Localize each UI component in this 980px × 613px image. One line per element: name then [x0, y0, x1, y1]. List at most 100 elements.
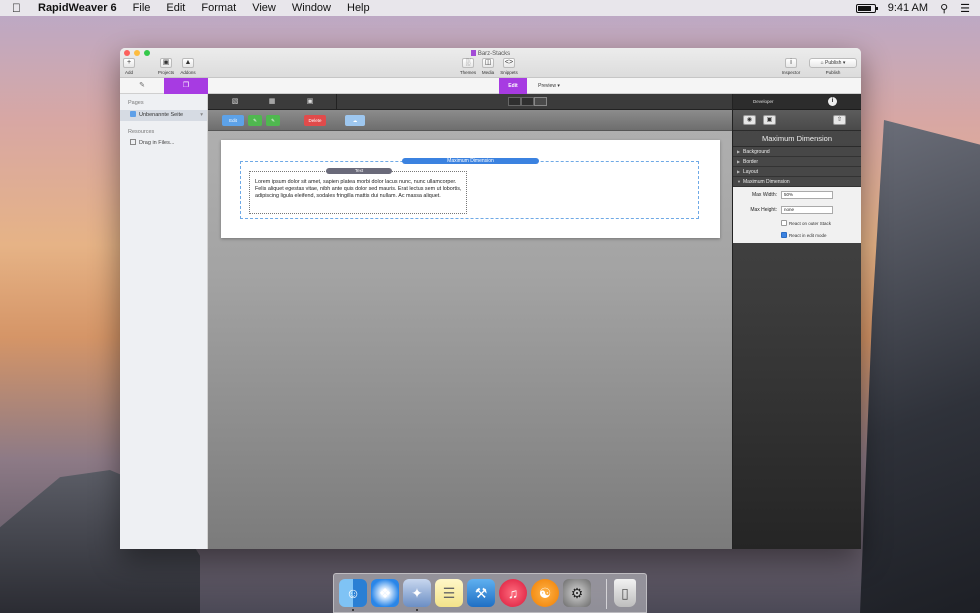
- publish-label: Publish: [825, 70, 841, 75]
- clock[interactable]: 9:41 AM: [888, 2, 928, 14]
- max-width-field[interactable]: 50%: [781, 191, 833, 199]
- drag-files-area[interactable]: Drag in Files...: [120, 135, 207, 146]
- menu-window[interactable]: Window: [292, 2, 331, 14]
- window-title-text: Barz-Stacks: [477, 51, 511, 57]
- rapidweaver-icon[interactable]: ✦: [403, 579, 431, 607]
- publish-button[interactable]: ⌂ Publish ▾ Publish: [809, 58, 857, 75]
- menu-app-name[interactable]: RapidWeaver 6: [38, 2, 117, 14]
- add-label: Add: [124, 70, 133, 75]
- apple-icon[interactable]: : [12, 1, 26, 15]
- document-icon: [470, 50, 476, 56]
- add-button[interactable]: + Add: [122, 58, 136, 75]
- itunes-icon[interactable]: ♫: [499, 579, 527, 607]
- react-outer-checkbox[interactable]: [781, 220, 787, 226]
- edit-mode-button[interactable]: Edit: [499, 78, 527, 94]
- window-title: Barz-Stacks: [120, 50, 861, 57]
- page-icon: [130, 111, 136, 117]
- mode-bar: ✎ ❐ Edit Preview ▾: [120, 78, 861, 94]
- tab-pages[interactable]: ❐: [164, 78, 208, 94]
- max-height-label: Max Height:: [750, 207, 777, 213]
- text-stack[interactable]: Text Lorem ipsum dolor sit amet, sapien …: [249, 168, 467, 214]
- sidebar-item-page[interactable]: Unbenannte Seite ▾: [120, 110, 207, 121]
- section-background[interactable]: ▶ Background: [733, 147, 861, 157]
- stack-delete-button[interactable]: Delete: [304, 115, 326, 126]
- developer-label: Developer: [753, 99, 774, 104]
- tab-settings[interactable]: ✎: [120, 78, 164, 94]
- react-edit-checkbox[interactable]: [781, 232, 787, 238]
- stacks-top-bar: ▧ ▦ ▣: [208, 94, 732, 110]
- content-area: ▧ ▦ ▣ Edit ✎ ✎ Delete ☁ Maximum Dimensio…: [208, 94, 732, 549]
- cloud-icon[interactable]: ☁: [345, 115, 365, 126]
- chevron-icon[interactable]: ▾: [200, 110, 203, 121]
- dock-separator: [606, 579, 607, 609]
- xcode-icon[interactable]: ⚒: [467, 579, 495, 607]
- lock-icon[interactable]: ▣: [763, 115, 776, 125]
- eye-icon[interactable]: ◉: [743, 115, 756, 125]
- section-maximum-dimension[interactable]: ▼ Maximum Dimension: [733, 177, 861, 187]
- menu-view[interactable]: View: [252, 2, 276, 14]
- view-toggle-mid[interactable]: [521, 97, 534, 106]
- info-icon[interactable]: i: [828, 97, 837, 106]
- running-indicator: [416, 609, 418, 611]
- snippets-button[interactable]: <> Snippets: [498, 58, 520, 75]
- text-stack-body[interactable]: Lorem ipsum dolor sit amet, sapien plate…: [255, 179, 463, 199]
- duplicate-stack-icon[interactable]: ✎: [266, 115, 280, 126]
- library-icon[interactable]: ▧: [230, 97, 240, 106]
- battery-icon[interactable]: [855, 3, 878, 13]
- wallpaper-mountain-right: [860, 120, 980, 613]
- spotlight-icon[interactable]: ⚲: [940, 2, 948, 15]
- maximum-dimension-panel: Max Width: 50% Max Height: none React on…: [733, 187, 861, 243]
- page-canvas: Maximum Dimension Text Lorem ipsum dolor…: [221, 140, 720, 238]
- react-edit-row[interactable]: React in edit mode: [781, 232, 827, 238]
- addons-button[interactable]: ▲ Addons: [178, 58, 198, 75]
- running-indicator: [352, 609, 354, 611]
- react-outer-row[interactable]: React on outer Stack: [781, 220, 831, 226]
- snippets-icon: <>: [503, 58, 515, 68]
- notes-icon[interactable]: ☰: [435, 579, 463, 607]
- projects-icon: ▣: [160, 58, 172, 68]
- media-button[interactable]: ◫ Media: [479, 58, 497, 75]
- menu-bar:  RapidWeaver 6 File Edit Format View Wi…: [0, 0, 980, 16]
- view-toggle-left[interactable]: [508, 97, 521, 106]
- sidebar: Pages Unbenannte Seite ▾ Resources Drag …: [120, 94, 208, 549]
- view-toggle-right[interactable]: [534, 97, 547, 106]
- publish-dropdown[interactable]: ⌂ Publish ▾: [809, 58, 857, 68]
- projects-button[interactable]: ▣ Projects: [156, 58, 176, 75]
- section-border[interactable]: ▶ Border: [733, 157, 861, 167]
- wrench-icon: ✎: [139, 82, 145, 89]
- menu-edit[interactable]: Edit: [166, 2, 185, 14]
- add-stack-icon[interactable]: ✎: [248, 115, 262, 126]
- react-edit-label: React in edit mode: [789, 233, 827, 238]
- maximum-dimension-label[interactable]: Maximum Dimension: [402, 158, 539, 164]
- max-width-label: Max Width:: [751, 192, 777, 198]
- title-bar: Barz-Stacks + Add ▣ Projects ▲ Addons ░ …: [120, 48, 861, 78]
- plus-icon: +: [123, 58, 135, 68]
- pages-icon: ❐: [182, 82, 190, 89]
- notification-center-icon[interactable]: ☰: [960, 2, 970, 15]
- text-stack-label[interactable]: Text: [326, 168, 392, 174]
- template-icon[interactable]: ▦: [267, 97, 277, 106]
- menu-help[interactable]: Help: [347, 2, 370, 14]
- max-height-field[interactable]: none: [781, 206, 833, 214]
- stack-edit-button[interactable]: Edit: [222, 115, 244, 126]
- trash-icon[interactable]: ▯: [614, 579, 636, 607]
- projects-label: Projects: [157, 70, 175, 75]
- safari-icon[interactable]: ❖: [371, 579, 399, 607]
- themes-button[interactable]: ░ Themes: [458, 58, 478, 75]
- system-preferences-icon[interactable]: ⚙: [563, 579, 591, 607]
- inspector-button[interactable]: i Inspector: [779, 58, 803, 75]
- maximum-dimension-stack[interactable]: Maximum Dimension Text Lorem ipsum dolor…: [240, 158, 699, 219]
- menu-file[interactable]: File: [133, 2, 151, 14]
- finder-icon[interactable]: ☺: [339, 579, 367, 607]
- inspector-title: Maximum Dimension: [733, 131, 861, 147]
- export-icon[interactable]: ⇧: [833, 115, 846, 125]
- image-icon[interactable]: ▣: [305, 97, 315, 106]
- menu-format[interactable]: Format: [201, 2, 236, 14]
- snippets-label: Snippets: [500, 70, 518, 75]
- ibooks-icon[interactable]: ☯: [531, 579, 559, 607]
- section-border-label: Border: [743, 159, 759, 165]
- download-icon: [130, 139, 136, 145]
- dock: ☺ ❖ ✦ ☰ ⚒ ♫ ☯ ⚙ ▯: [333, 573, 647, 613]
- section-layout[interactable]: ▶ Layout: [733, 167, 861, 177]
- preview-mode-button[interactable]: Preview ▾: [529, 78, 569, 94]
